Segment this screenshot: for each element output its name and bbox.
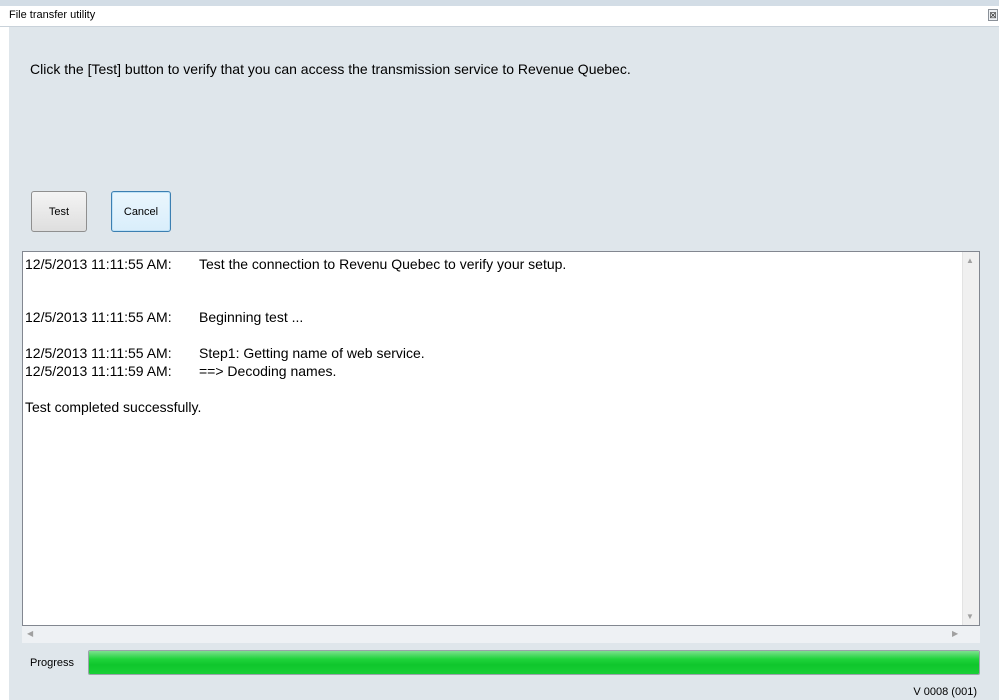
- version-label: V 0008 (001): [913, 686, 977, 698]
- log-timestamp: 12/5/2013 11:11:55 AM:: [25, 345, 172, 361]
- cancel-button[interactable]: Cancel: [111, 191, 171, 232]
- log-line: 12/5/2013 11:11:55 AM: Test the connectio…: [25, 256, 566, 272]
- scroll-right-icon[interactable]: ▶: [952, 629, 958, 638]
- log-message: ==> Decoding names.: [199, 363, 337, 379]
- progress-bar: [88, 650, 980, 675]
- horizontal-scrollbar[interactable]: ◀ ▶: [22, 626, 980, 643]
- log-message: Test completed successfully.: [25, 399, 202, 415]
- log-timestamp: 12/5/2013 11:11:55 AM:: [25, 309, 172, 325]
- log-message: Beginning test ...: [199, 309, 304, 325]
- log-timestamp: 12/5/2013 11:11:55 AM:: [25, 256, 172, 272]
- window-title: File transfer utility: [9, 9, 96, 21]
- log-message: Test the connection to Revenu Quebec to …: [199, 256, 567, 272]
- test-button[interactable]: Test: [31, 191, 87, 232]
- close-icon[interactable]: ⊠: [988, 9, 998, 21]
- title-bar: File transfer utility ⊠: [0, 6, 999, 27]
- window-left-edge: [0, 27, 9, 700]
- log-timestamp: 12/5/2013 11:11:59 AM:: [25, 363, 172, 379]
- vertical-scrollbar[interactable]: ▲ ▼: [962, 252, 979, 625]
- scroll-up-icon[interactable]: ▲: [966, 256, 974, 265]
- log-line: 12/5/2013 11:11:55 AM: Step1: Getting nam…: [25, 345, 425, 361]
- scroll-left-icon[interactable]: ◀: [27, 629, 33, 638]
- progress-label: Progress: [30, 657, 75, 669]
- scroll-down-icon[interactable]: ▼: [966, 612, 974, 621]
- log-line: 12/5/2013 11:11:55 AM: Beginning test ...: [25, 309, 303, 325]
- log-line: Test completed successfully.: [25, 399, 201, 415]
- instruction-text: Click the [Test] button to verify that y…: [30, 61, 631, 77]
- log-line: 12/5/2013 11:11:59 AM: ==> Decoding names…: [25, 363, 336, 379]
- log-output[interactable]: 12/5/2013 11:11:55 AM: Test the connectio…: [22, 251, 980, 626]
- progress-fill: [89, 651, 979, 674]
- log-message: Step1: Getting name of web service.: [199, 345, 425, 361]
